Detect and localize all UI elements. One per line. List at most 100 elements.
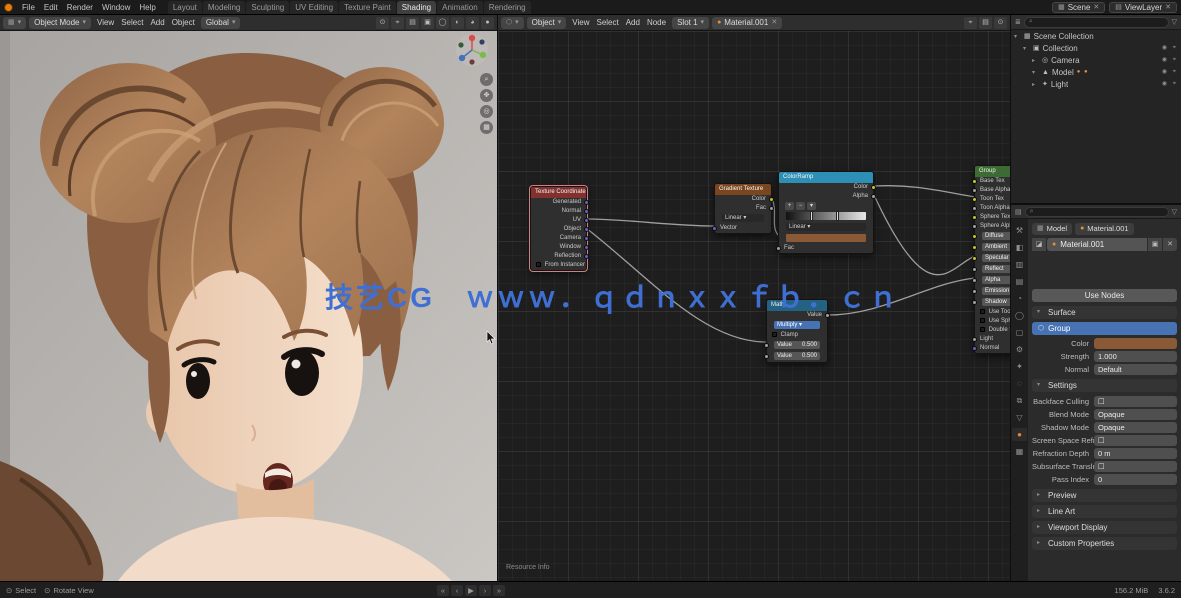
outliner-row[interactable]: ▾ ▣ Collection ◉ ⌖ <box>1011 42 1181 54</box>
property-value[interactable]: 0 <box>1094 474 1177 485</box>
node-row-ramp[interactable] <box>779 212 873 222</box>
snap-icon[interactable]: ⊙ <box>994 17 1007 29</box>
close-icon[interactable]: ✕ <box>1165 3 1171 11</box>
outliner-row[interactable]: ▾ ▦ Scene Collection <box>1011 30 1181 42</box>
checkbox[interactable] <box>980 327 985 332</box>
ramp-button[interactable]: − <box>796 202 805 210</box>
property-value[interactable]: ☐ <box>1094 435 1177 446</box>
surface-section-header[interactable]: ▾ Surface <box>1032 306 1177 319</box>
node-row-select[interactable]: Linear ▾ <box>715 214 771 224</box>
node-socket[interactable] <box>584 236 589 241</box>
tab-texture[interactable]: ▦ <box>1012 445 1027 458</box>
shading-wireframe-icon[interactable]: ◯ <box>436 17 449 29</box>
collapsed-section-header[interactable]: ▸ Line Art <box>1032 505 1177 518</box>
breadcrumb-material[interactable]: ● Material.001 <box>1075 223 1134 235</box>
workspace-tab[interactable]: Modeling <box>203 1 245 14</box>
node-socket[interactable] <box>769 206 774 211</box>
xray-toggle-icon[interactable]: ▣ <box>421 17 434 29</box>
disclosure-icon[interactable]: ▸ <box>1032 57 1039 64</box>
node-socket[interactable] <box>584 218 589 223</box>
node-row-field[interactable]: Reflect50.0 <box>975 265 1010 275</box>
properties-search-input[interactable]: ⌕ <box>1025 207 1169 217</box>
node-color-ramp[interactable]: ColorRampColorAlpha+−▾Linear ▾Fac <box>778 171 874 254</box>
tab-tool[interactable]: ⚒ <box>1012 224 1027 237</box>
node-row-check[interactable]: Clamp <box>767 331 827 340</box>
node-row-field[interactable]: Diffuse1.000 <box>975 232 1010 242</box>
tab-material[interactable]: ● <box>1012 428 1027 441</box>
editor-type-button[interactable]: ⬡ ▾ <box>501 17 524 29</box>
navigation-gizmo[interactable] <box>455 33 489 67</box>
node-title[interactable]: Math <box>767 300 827 311</box>
node-socket[interactable] <box>584 254 589 259</box>
workspace-tab[interactable]: Shading <box>397 1 436 14</box>
snap-magnet-icon[interactable]: ⊙ <box>376 17 389 29</box>
overlays-icon[interactable]: ▤ <box>406 17 419 29</box>
playback-button[interactable]: ▶ <box>465 585 477 596</box>
menu-item[interactable]: Render <box>63 3 97 12</box>
node-socket[interactable] <box>972 346 977 351</box>
viewport-menu-item[interactable]: Object <box>169 18 198 27</box>
node-socket[interactable] <box>972 234 977 239</box>
tab-object-data[interactable]: ▽ <box>1012 411 1027 424</box>
close-icon[interactable]: ✕ <box>1093 3 1099 11</box>
node-socket[interactable] <box>972 278 977 283</box>
color-swatch[interactable] <box>786 234 866 242</box>
node-socket[interactable] <box>764 354 769 359</box>
disclosure-icon[interactable]: ▸ <box>1032 81 1039 88</box>
node-socket[interactable] <box>764 343 769 348</box>
node-socket[interactable] <box>584 209 589 214</box>
workspace-tab[interactable]: Layout <box>168 1 202 14</box>
node-row-check[interactable]: From Instancer <box>531 261 586 270</box>
node-editor[interactable]: Texture CoordinateGeneratedNormalUVObjec… <box>497 31 1010 581</box>
overlays-icon[interactable]: ▤ <box>979 17 992 29</box>
node-socket[interactable] <box>769 197 774 202</box>
node-row-btns[interactable]: +−▾ <box>779 201 873 211</box>
property-value[interactable]: Default <box>1094 364 1177 375</box>
viewport-3d[interactable]: ⌕✥◎▦ <box>0 31 497 581</box>
node-socket[interactable] <box>776 246 781 251</box>
pan-tool[interactable]: ✥ <box>480 89 493 102</box>
node-texture-coordinate[interactable]: Texture CoordinateGeneratedNormalUVObjec… <box>530 186 587 271</box>
node-title[interactable]: ColorRamp <box>779 172 873 183</box>
close-icon[interactable]: ✕ <box>771 17 777 29</box>
browse-material-button[interactable]: ◪ <box>1032 238 1046 251</box>
node-editor-menu-item[interactable]: Select <box>593 18 621 27</box>
shader-type-select[interactable]: Object ▾ <box>527 17 567 29</box>
node-row-field[interactable]: Value0.500 <box>767 341 827 351</box>
outliner-row[interactable]: ▾ ▲ Model ● ● ◉ ⌖ <box>1011 66 1181 78</box>
node-row-field[interactable]: Alpha1.000 <box>975 276 1010 286</box>
transform-orientation-select[interactable]: Global ▾ <box>201 17 241 29</box>
node-row-check[interactable]: Use Sphere <box>975 317 1010 326</box>
filter-icon[interactable]: ▽ <box>1172 208 1177 216</box>
collapsed-section-header[interactable]: ▸ Custom Properties <box>1032 537 1177 550</box>
node-title[interactable]: Group <box>975 166 1010 177</box>
playback-button[interactable]: › <box>479 585 491 596</box>
node-row-select[interactable]: Multiply ▾ <box>767 321 827 331</box>
tab-scene[interactable]: ◔ <box>1012 292 1027 305</box>
zoom-tool[interactable]: ⌕ <box>480 73 493 86</box>
node-socket[interactable] <box>972 245 977 250</box>
checkbox[interactable] <box>536 262 541 267</box>
playback-button[interactable]: « <box>437 585 449 596</box>
material-slot-select[interactable]: Slot 1 ▾ <box>672 17 709 29</box>
node-title[interactable]: Texture Coordinate <box>531 187 586 198</box>
node-socket[interactable] <box>972 256 977 261</box>
property-value[interactable]: Opaque <box>1094 409 1177 420</box>
node-socket[interactable] <box>972 224 977 229</box>
mode-select[interactable]: Object Mode ▾ <box>29 17 91 29</box>
outliner-editor-icon[interactable]: ≣ <box>1015 18 1021 26</box>
workspace-tab[interactable]: Texture Paint <box>339 1 396 14</box>
playback-button[interactable]: ‹ <box>451 585 463 596</box>
node-socket[interactable] <box>972 267 977 272</box>
tab-modifiers[interactable]: ⚙ <box>1012 343 1027 356</box>
node-group[interactable]: GroupBase TexBase AlphaToon TexToon Alph… <box>974 165 1010 354</box>
node-socket[interactable] <box>871 185 876 190</box>
checkbox[interactable] <box>772 332 777 337</box>
workspace-tab[interactable]: Sculpting <box>246 1 289 14</box>
surface-shader-select[interactable]: ⬡ Group <box>1032 322 1177 335</box>
workspace-tab[interactable]: Rendering <box>484 1 531 14</box>
property-value[interactable]: 0 m <box>1094 448 1177 459</box>
node-title[interactable]: Gradient Texture <box>715 184 771 195</box>
filter-icon[interactable]: ▽ <box>1172 18 1177 26</box>
scene-selector[interactable]: ▦ Scene ✕ <box>1052 2 1105 13</box>
